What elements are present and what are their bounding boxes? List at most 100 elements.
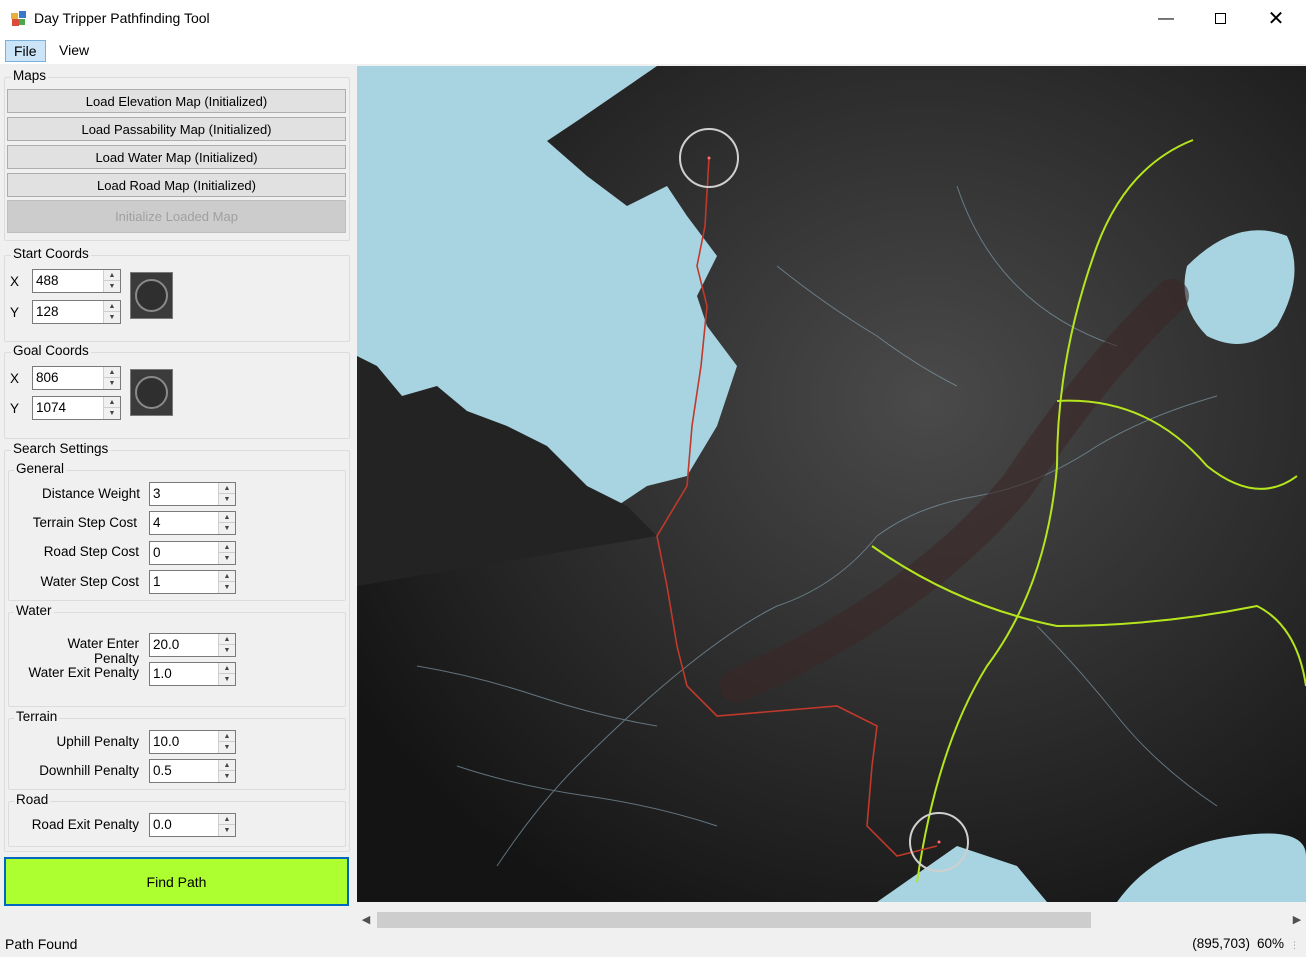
water-step-cost-label: Water Step Cost (40, 574, 139, 589)
start-y-input[interactable]: 128 ▲ ▼ (32, 300, 121, 324)
spin-down-icon[interactable]: ▼ (219, 771, 235, 782)
spin-up-icon[interactable]: ▲ (219, 663, 235, 674)
menu-view[interactable]: View (51, 40, 97, 62)
status-text: Path Found (5, 936, 78, 952)
spin-down-icon[interactable]: ▼ (219, 825, 235, 836)
distance-weight-label: Distance Weight (41, 486, 140, 501)
scroll-left-icon[interactable]: ◀ (357, 910, 375, 930)
water-exit-penalty-input[interactable]: 1.0 ▲ ▼ (149, 662, 236, 686)
goal-marker-dot (937, 840, 941, 844)
spin-up-icon[interactable]: ▲ (219, 760, 235, 771)
distance-weight-input[interactable]: 3 ▲ ▼ (149, 482, 236, 506)
uphill-penalty-label: Uphill Penalty (56, 734, 139, 749)
road-step-cost-label: Road Step Cost (43, 544, 139, 559)
downhill-penalty-stepper[interactable]: ▲ ▼ (218, 760, 235, 782)
goal-coords-label: Goal Coords (11, 343, 91, 358)
start-x-stepper[interactable]: ▲ ▼ (103, 270, 120, 292)
spin-up-icon[interactable]: ▲ (219, 542, 235, 553)
close-icon: ✕ (1267, 8, 1285, 30)
load-road-button[interactable]: Load Road Map (Initialized) (7, 173, 346, 197)
maximize-button[interactable] (1192, 0, 1248, 37)
road-exit-penalty-stepper[interactable]: ▲ ▼ (218, 814, 235, 836)
goal-x-stepper[interactable]: ▲ ▼ (103, 367, 120, 389)
spin-down-icon[interactable]: ▼ (104, 408, 120, 419)
road-exit-penalty-input[interactable]: 0.0 ▲ ▼ (149, 813, 236, 837)
menu-bar: File View (0, 37, 1306, 64)
water-enter-penalty-stepper[interactable]: ▲ ▼ (218, 634, 235, 656)
start-y-stepper[interactable]: ▲ ▼ (103, 301, 120, 323)
distance-weight-value: 3 (153, 486, 161, 501)
terrain-label: Terrain (14, 709, 60, 724)
road-step-cost-value: 0 (153, 545, 161, 560)
spin-down-icon[interactable]: ▼ (104, 281, 120, 292)
initialize-map-button[interactable]: Initialize Loaded Map (7, 200, 346, 233)
water-enter-penalty-value: 20.0 (153, 637, 180, 652)
spin-up-icon[interactable]: ▲ (219, 512, 235, 523)
spin-down-icon[interactable]: ▼ (104, 312, 120, 323)
road-step-cost-stepper[interactable]: ▲ ▼ (218, 542, 235, 564)
goal-x-value: 806 (36, 370, 59, 385)
horizontal-scrollbar[interactable]: ◀ ▶ (357, 910, 1306, 930)
start-y-label: Y (10, 305, 20, 320)
spin-down-icon[interactable]: ▼ (104, 378, 120, 389)
terrain-step-cost-label: Terrain Step Cost (32, 515, 137, 530)
water-step-cost-input[interactable]: 1 ▲ ▼ (149, 570, 236, 594)
app-icon (11, 11, 26, 26)
spin-up-icon[interactable]: ▲ (104, 367, 120, 378)
terrain-step-cost-stepper[interactable]: ▲ ▼ (218, 512, 235, 534)
downhill-penalty-value: 0.5 (153, 763, 172, 778)
spin-up-icon[interactable]: ▲ (219, 634, 235, 645)
spin-down-icon[interactable]: ▼ (219, 553, 235, 564)
menu-file[interactable]: File (5, 40, 46, 62)
road-step-cost-input[interactable]: 0 ▲ ▼ (149, 541, 236, 565)
start-coords-label: Start Coords (11, 246, 91, 261)
find-path-button[interactable]: Find Path (4, 857, 349, 906)
title-bar: Day Tripper Pathfinding Tool — ✕ (0, 0, 1306, 37)
spin-down-icon[interactable]: ▼ (219, 494, 235, 505)
spin-up-icon[interactable]: ▲ (219, 731, 235, 742)
resize-grip-icon[interactable]: ⋮ (1290, 940, 1302, 952)
spin-down-icon[interactable]: ▼ (219, 645, 235, 656)
map-canvas[interactable] (357, 66, 1306, 902)
uphill-penalty-value: 10.0 (153, 734, 180, 749)
minimize-icon: — (1158, 9, 1174, 27)
load-passability-button[interactable]: Load Passability Map (Initialized) (7, 117, 346, 141)
goal-x-input[interactable]: 806 ▲ ▼ (32, 366, 121, 390)
water-step-cost-stepper[interactable]: ▲ ▼ (218, 571, 235, 593)
terrain-step-cost-input[interactable]: 4 ▲ ▼ (149, 511, 236, 535)
close-button[interactable]: ✕ (1248, 0, 1304, 37)
start-x-input[interactable]: 488 ▲ ▼ (32, 269, 121, 293)
window-title: Day Tripper Pathfinding Tool (34, 10, 210, 26)
spin-down-icon[interactable]: ▼ (219, 523, 235, 534)
start-x-label: X (10, 274, 20, 289)
scrollbar-thumb[interactable] (377, 912, 1091, 928)
uphill-penalty-input[interactable]: 10.0 ▲ ▼ (149, 730, 236, 754)
spin-up-icon[interactable]: ▲ (219, 571, 235, 582)
spin-up-icon[interactable]: ▲ (104, 270, 120, 281)
spin-down-icon[interactable]: ▼ (219, 742, 235, 753)
load-elevation-button[interactable]: Load Elevation Map (Initialized) (7, 89, 346, 113)
goal-y-stepper[interactable]: ▲ ▼ (103, 397, 120, 419)
spin-up-icon[interactable]: ▲ (219, 814, 235, 825)
distance-weight-stepper[interactable]: ▲ ▼ (218, 483, 235, 505)
cursor-coords: (895,703) (1192, 936, 1250, 951)
start-preview-thumbnail (130, 272, 173, 319)
minimize-button[interactable]: — (1138, 0, 1194, 37)
spin-down-icon[interactable]: ▼ (219, 674, 235, 685)
spin-up-icon[interactable]: ▲ (219, 483, 235, 494)
water-label: Water (14, 603, 54, 618)
uphill-penalty-stepper[interactable]: ▲ ▼ (218, 731, 235, 753)
spin-up-icon[interactable]: ▲ (104, 397, 120, 408)
water-step-cost-value: 1 (153, 574, 161, 589)
goal-y-input[interactable]: 1074 ▲ ▼ (32, 396, 121, 420)
water-exit-penalty-stepper[interactable]: ▲ ▼ (218, 663, 235, 685)
spin-up-icon[interactable]: ▲ (104, 301, 120, 312)
scroll-right-icon[interactable]: ▶ (1288, 910, 1306, 930)
map-viewport[interactable] (357, 66, 1306, 902)
downhill-penalty-input[interactable]: 0.5 ▲ ▼ (149, 759, 236, 783)
spin-down-icon[interactable]: ▼ (219, 582, 235, 593)
water-enter-penalty-input[interactable]: 20.0 ▲ ▼ (149, 633, 236, 657)
maps-group-label: Maps (11, 68, 49, 83)
map-bottom-gap (357, 902, 1306, 910)
load-water-button[interactable]: Load Water Map (Initialized) (7, 145, 346, 169)
